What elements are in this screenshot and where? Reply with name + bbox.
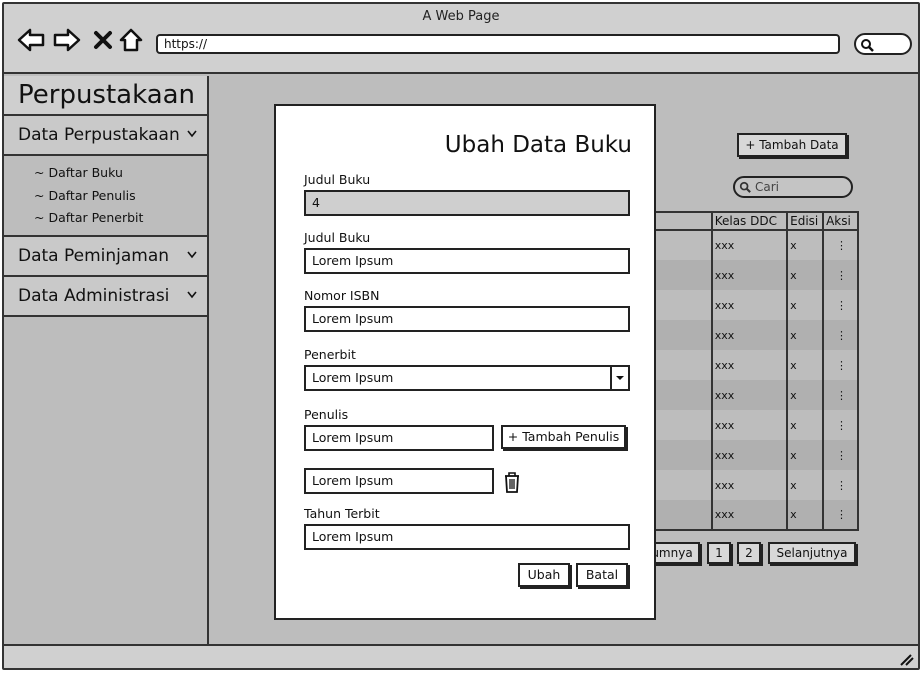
row-actions-menu[interactable]: ⋮ xyxy=(822,230,859,260)
cell-kelas-ddc: xxx xyxy=(710,500,789,531)
cell-kelas-ddc: xxx xyxy=(710,290,789,320)
cell-kelas-ddc: xxx xyxy=(710,380,789,410)
publisher-select[interactable]: Lorem Ipsum xyxy=(304,365,630,391)
close-x-icon[interactable] xyxy=(88,26,118,54)
browser-toolbar: A Web Page https:// xyxy=(4,4,918,74)
search-icon xyxy=(739,181,751,193)
cell-edisi: x xyxy=(786,260,825,290)
trash-icon[interactable] xyxy=(502,471,522,497)
row-actions-menu[interactable]: ⋮ xyxy=(822,440,859,470)
row-actions-menu[interactable]: ⋮ xyxy=(822,470,859,500)
menu-data-perpustakaan[interactable]: Data Perpustakaan xyxy=(4,116,207,156)
cell-kelas-ddc: xxx xyxy=(710,230,789,260)
chevron-down-icon xyxy=(187,251,197,258)
year-input[interactable]: Lorem Ipsum xyxy=(304,524,630,550)
label-tahun: Tahun Terbit xyxy=(304,506,380,521)
pagination-page-1[interactable]: 1 xyxy=(707,542,731,564)
cell-kelas-ddc: xxx xyxy=(710,470,789,500)
search-icon xyxy=(861,39,874,52)
label-penulis: Penulis xyxy=(304,407,349,422)
row-actions-menu[interactable]: ⋮ xyxy=(822,500,859,531)
menu-label: Data Administrasi xyxy=(18,285,170,306)
title-input[interactable]: Lorem Ipsum xyxy=(304,248,630,274)
chevron-down-icon xyxy=(187,130,197,138)
sidebar: Perpustakaan Data Perpustakaan ~ Daftar … xyxy=(4,76,209,646)
row-actions-menu[interactable]: ⋮ xyxy=(822,320,859,350)
row-actions-menu[interactable]: ⋮ xyxy=(822,410,859,440)
cell-edisi: x xyxy=(786,410,825,440)
status-bar xyxy=(4,644,918,668)
modal-title: Ubah Data Buku xyxy=(444,132,632,158)
cell-edisi: x xyxy=(786,350,825,380)
cancel-button[interactable]: Batal xyxy=(576,563,628,587)
label-judul: Judul Buku xyxy=(304,230,371,245)
author-input[interactable]: Lorem Ipsum xyxy=(304,425,494,451)
cell-kelas-ddc: xxx xyxy=(710,350,789,380)
edit-book-modal: Ubah Data Buku Judul Buku 4 Judul Buku L… xyxy=(274,104,656,620)
row-actions-menu[interactable]: ⋮ xyxy=(822,260,859,290)
add-data-button[interactable]: + Tambah Data xyxy=(737,133,847,157)
cell-kelas-ddc: xxx xyxy=(710,260,789,290)
publisher-select-value: Lorem Ipsum xyxy=(312,370,394,385)
save-button[interactable]: Ubah xyxy=(518,563,570,587)
header-aksi: Aksi xyxy=(822,211,859,231)
book-id-field: 4 xyxy=(304,190,630,216)
menu-data-peminjaman[interactable]: Data Peminjaman xyxy=(4,236,207,277)
row-actions-menu[interactable]: ⋮ xyxy=(822,290,859,320)
cell-edisi: x xyxy=(786,320,825,350)
cell-edisi: x xyxy=(786,380,825,410)
browser-window: A Web Page https:// Perpustakaan Data Pe… xyxy=(2,2,920,670)
submenu-item-daftar-penulis[interactable]: ~ Daftar Penulis xyxy=(34,185,207,208)
cell-edisi: x xyxy=(786,290,825,320)
resize-grip-icon[interactable] xyxy=(898,652,914,666)
table-search-input[interactable]: Cari xyxy=(733,176,853,198)
back-arrow-icon[interactable] xyxy=(16,26,46,54)
add-author-button[interactable]: + Tambah Penulis xyxy=(501,425,626,449)
row-actions-menu[interactable]: ⋮ xyxy=(822,350,859,380)
search-placeholder: Cari xyxy=(755,180,779,194)
header-edisi: Edisi xyxy=(786,211,825,231)
submenu-item-daftar-buku[interactable]: ~ Daftar Buku xyxy=(34,162,207,185)
submenu-data-perpustakaan: ~ Daftar Buku ~ Daftar Penulis ~ Daftar … xyxy=(4,156,207,237)
submenu-item-daftar-penerbit[interactable]: ~ Daftar Penerbit xyxy=(34,207,207,230)
cell-kelas-ddc: xxx xyxy=(710,410,789,440)
chevron-down-icon xyxy=(187,291,197,298)
dropdown-arrow-icon[interactable] xyxy=(610,367,628,389)
row-actions-menu[interactable]: ⋮ xyxy=(822,380,859,410)
cell-kelas-ddc: xxx xyxy=(710,320,789,350)
cell-edisi: x xyxy=(786,230,825,260)
menu-label: Data Perpustakaan xyxy=(18,125,180,145)
label-id: Judul Buku xyxy=(304,172,371,187)
cell-edisi: x xyxy=(786,440,825,470)
cell-kelas-ddc: xxx xyxy=(710,440,789,470)
menu-label: Data Peminjaman xyxy=(18,245,170,266)
url-input[interactable]: https:// xyxy=(156,34,840,54)
cell-edisi: x xyxy=(786,470,825,500)
pagination-next[interactable]: Selanjutnya xyxy=(768,542,856,564)
browser-search-button[interactable] xyxy=(854,33,912,55)
window-title: A Web Page xyxy=(422,9,500,24)
menu-data-administrasi[interactable]: Data Administrasi xyxy=(4,276,207,317)
header-kelas-ddc: Kelas DDC xyxy=(710,211,789,231)
pagination-page-2[interactable]: 2 xyxy=(737,542,761,564)
author-input-2[interactable]: Lorem Ipsum xyxy=(304,468,494,494)
label-isbn: Nomor ISBN xyxy=(304,288,380,303)
isbn-input[interactable]: Lorem Ipsum xyxy=(304,306,630,332)
brand-title: Perpustakaan xyxy=(4,76,207,116)
label-penerbit: Penerbit xyxy=(304,347,356,362)
forward-arrow-icon[interactable] xyxy=(52,26,82,54)
cell-edisi: x xyxy=(786,500,825,531)
home-icon[interactable] xyxy=(116,26,146,54)
